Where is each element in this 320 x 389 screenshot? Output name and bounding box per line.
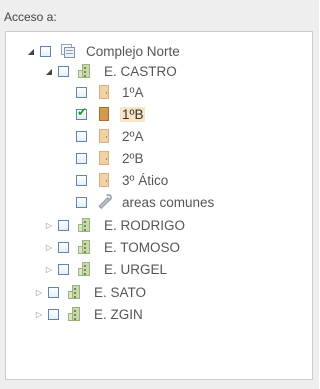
checkbox[interactable] xyxy=(76,152,87,164)
complex-icon xyxy=(60,43,76,59)
panel-title: Acceso a: xyxy=(4,10,57,24)
checkbox[interactable] xyxy=(58,263,69,275)
door-icon xyxy=(96,128,112,144)
checkbox[interactable] xyxy=(40,45,51,57)
collapse-toggle-icon[interactable]: ▷ xyxy=(34,305,44,323)
collapse-toggle-icon[interactable]: ▷ xyxy=(44,238,54,256)
building-icon xyxy=(78,261,94,277)
tree-node-label[interactable]: E. URGEL xyxy=(102,262,169,277)
tree-node-label[interactable]: 3º Ático xyxy=(120,173,170,188)
building-icon xyxy=(78,63,94,79)
tree-node-label[interactable]: 1ºA xyxy=(120,85,145,100)
tree-node-2a[interactable]: 2ºA xyxy=(76,127,145,145)
tree-node-complejo-norte[interactable]: ◢ Complejo Norte xyxy=(26,42,182,60)
tree-node-label[interactable]: E. CASTRO xyxy=(102,64,179,79)
checkbox[interactable] xyxy=(76,130,87,142)
checkbox[interactable] xyxy=(58,241,69,253)
tree-node-e-rodrigo[interactable]: ▷ E. RODRIGO xyxy=(44,216,187,234)
tree-node-e-sato[interactable]: ▷ E. SATO xyxy=(34,283,148,301)
door-icon xyxy=(96,106,112,122)
tree-node-label[interactable]: E. SATO xyxy=(92,285,148,300)
tree-node-e-tomoso[interactable]: ▷ E. TOMOSO xyxy=(44,238,182,256)
building-icon xyxy=(68,306,84,322)
door-icon xyxy=(96,84,112,100)
checkbox-checked[interactable]: ✔ xyxy=(76,105,87,120)
tree-node-1b[interactable]: ✔ 1ºB xyxy=(76,105,146,123)
checkbox[interactable] xyxy=(58,65,69,77)
tree-node-3-atico[interactable]: 3º Ático xyxy=(76,171,170,189)
building-icon xyxy=(78,217,94,233)
tree-node-e-castro[interactable]: ◢ E. CASTRO xyxy=(44,62,179,80)
tree-node-label-selected[interactable]: 1ºB xyxy=(120,106,146,122)
access-panel: Acceso a: ◢ Complejo Norte ◢ E. CASTRO 1… xyxy=(0,0,319,389)
checkbox[interactable] xyxy=(48,286,59,298)
checkbox[interactable] xyxy=(58,219,69,231)
collapse-toggle-icon[interactable]: ▷ xyxy=(34,283,44,301)
checkbox[interactable] xyxy=(76,86,87,98)
checkbox[interactable] xyxy=(76,196,87,208)
checkbox[interactable] xyxy=(48,308,59,320)
tree-node-label[interactable]: E. ZGIN xyxy=(92,307,145,322)
door-icon xyxy=(96,150,112,166)
building-icon xyxy=(68,284,84,300)
wrench-icon xyxy=(96,194,112,210)
tree-node-label[interactable]: E. TOMOSO xyxy=(102,240,182,255)
tree-node-e-urgel[interactable]: ▷ E. URGEL xyxy=(44,260,169,278)
tree-node-e-zgin[interactable]: ▷ E. ZGIN xyxy=(34,305,145,323)
tree-node-1a[interactable]: 1ºA xyxy=(76,83,145,101)
building-icon xyxy=(78,239,94,255)
tree-node-label[interactable]: 2ºA xyxy=(120,129,145,144)
tree-node-label[interactable]: E. RODRIGO xyxy=(102,218,187,233)
collapse-toggle-icon[interactable]: ▷ xyxy=(44,216,54,234)
expand-toggle-icon[interactable]: ◢ xyxy=(26,42,36,60)
tree-node-areas-comunes[interactable]: areas comunes xyxy=(76,193,216,211)
expand-toggle-icon[interactable]: ◢ xyxy=(44,62,54,80)
collapse-toggle-icon[interactable]: ▷ xyxy=(44,260,54,278)
tree-node-label[interactable]: Complejo Norte xyxy=(84,44,182,59)
tree-node-label[interactable]: 2ºB xyxy=(120,151,145,166)
tree-node-label[interactable]: areas comunes xyxy=(120,195,216,210)
checkmark-icon: ✔ xyxy=(77,104,88,119)
checkbox[interactable] xyxy=(76,174,87,186)
door-icon xyxy=(96,172,112,188)
access-tree[interactable]: ◢ Complejo Norte ◢ E. CASTRO 1ºA ✔ 1ºB 2… xyxy=(5,31,313,380)
tree-node-2b[interactable]: 2ºB xyxy=(76,149,145,167)
